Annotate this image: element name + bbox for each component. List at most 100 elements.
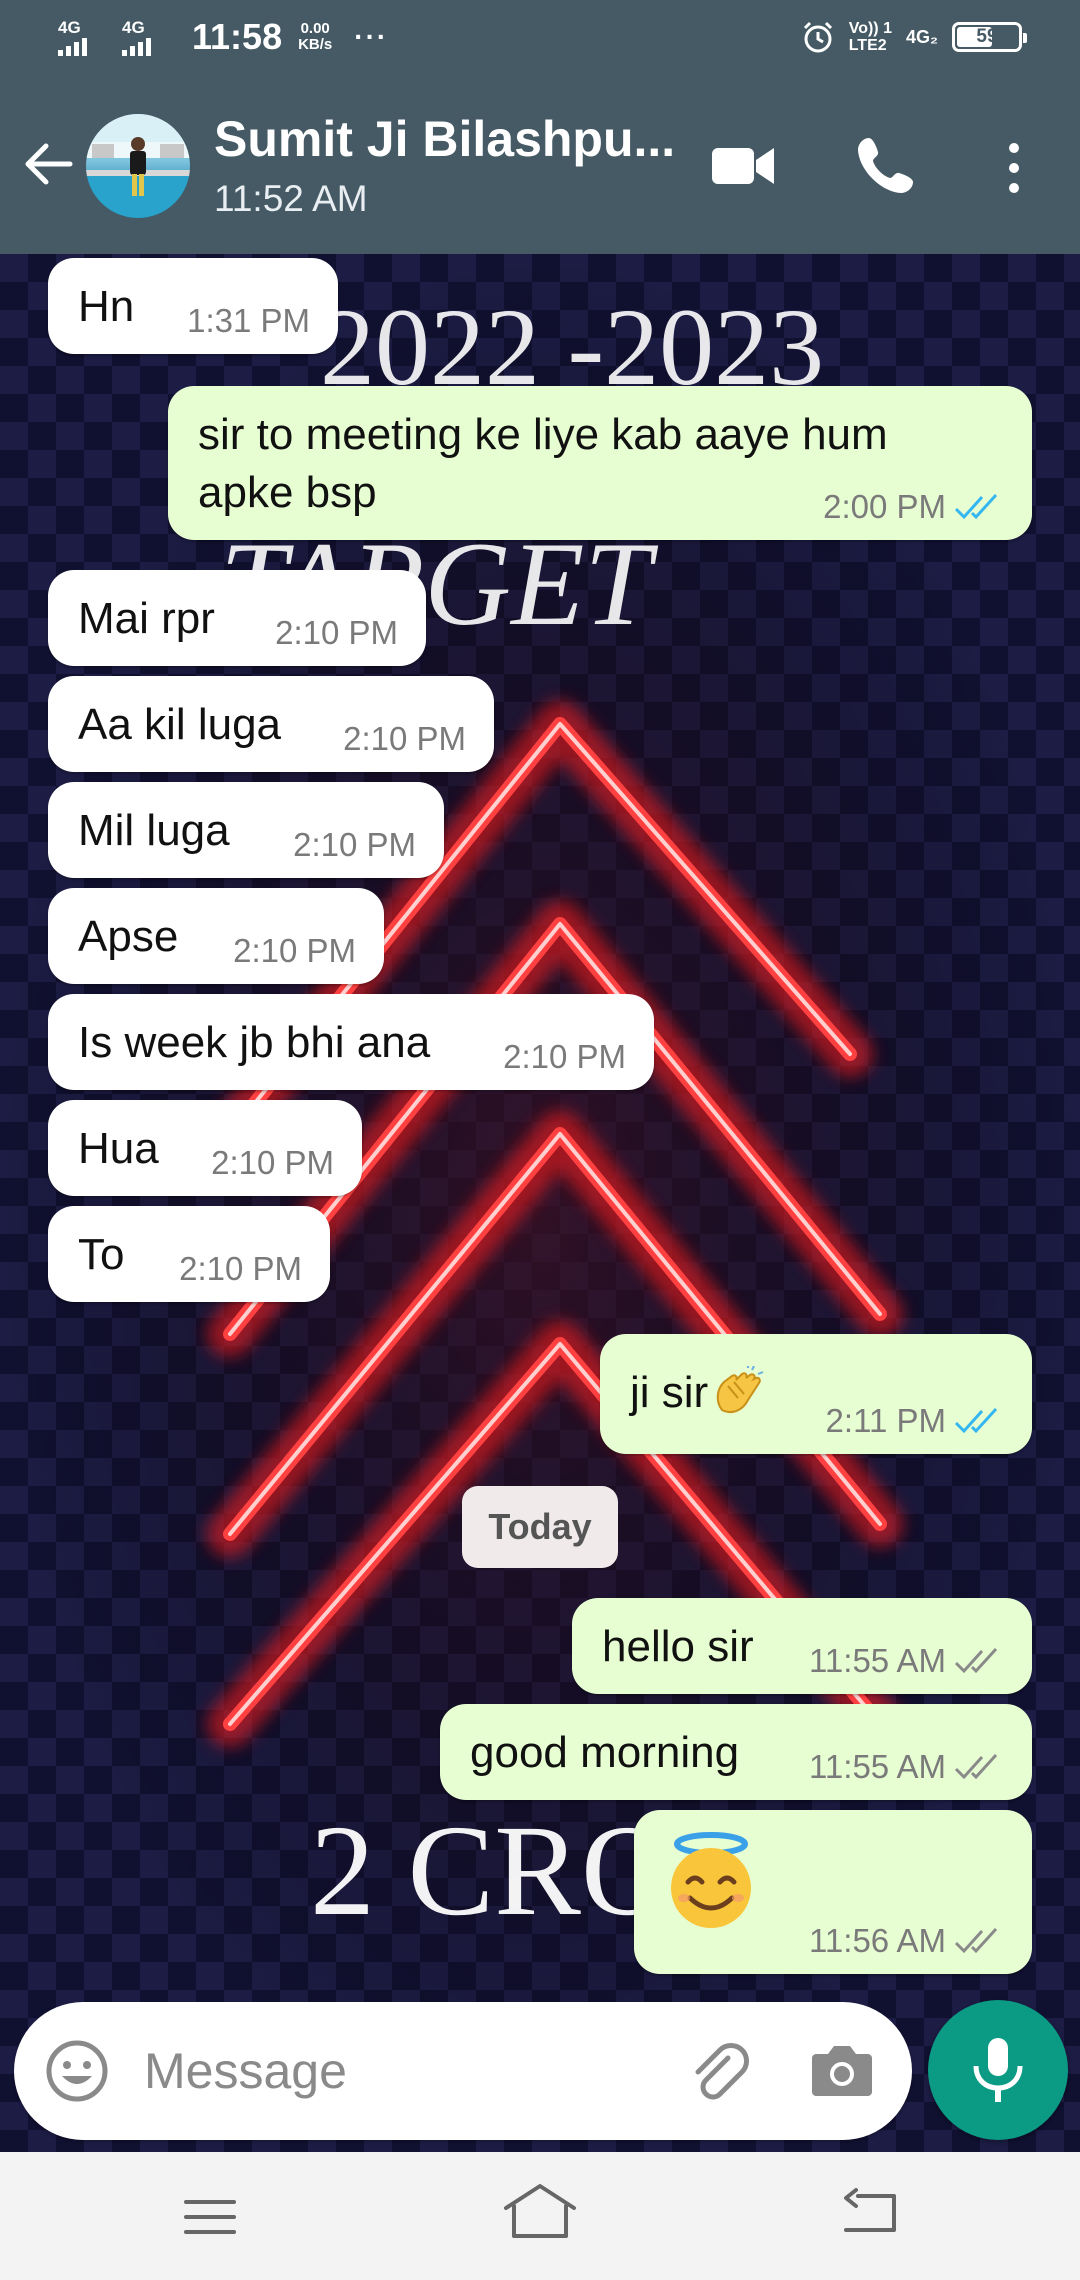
last-seen: 11:52 AM <box>214 178 368 219</box>
contact-name[interactable]: Sumit Ji Bilashpu... <box>214 110 684 168</box>
message-meta: 2:10 PM <box>179 1250 302 1288</box>
message-bubble-incoming[interactable]: Hua 2:10 PM <box>48 1100 362 1196</box>
message-time: 11:55 AM <box>809 1748 946 1785</box>
avatar[interactable] <box>86 114 190 218</box>
video-call-icon[interactable] <box>710 140 776 192</box>
phone-icon[interactable] <box>855 134 917 196</box>
attach-icon[interactable] <box>682 2036 752 2106</box>
message-meta: 2:10 PM <box>211 1144 334 1182</box>
speed-unit: KB/s <box>298 36 333 53</box>
status-time: 11:58 <box>192 16 283 57</box>
message-bubble-outgoing[interactable]: good morning 11:55 AM <box>440 1704 1032 1800</box>
message-text-content: ji sir <box>630 1368 709 1417</box>
network-speed: 0.00 KB/s <box>298 21 332 53</box>
message-bubble-outgoing[interactable]: hello sir 11:55 AM <box>572 1598 1032 1694</box>
message-meta: 2:10 PM <box>293 826 416 864</box>
message-meta: 2:11 PM <box>826 1402 1004 1440</box>
message-meta: 1:31 PM <box>187 302 310 340</box>
home-icon[interactable] <box>502 2180 578 2242</box>
message-bubble-incoming[interactable]: Mai rpr 2:10 PM <box>48 570 426 666</box>
message-text: To <box>78 1230 125 1279</box>
message-meta: 2:10 PM <box>503 1038 626 1076</box>
message-bubble-outgoing[interactable]: ji sir 2:11 PM <box>600 1334 1032 1454</box>
read-double-tick-icon <box>954 1407 998 1434</box>
delivered-double-tick-icon <box>954 1753 998 1780</box>
message-meta: 2:10 PM <box>343 720 466 758</box>
message-text: sir to meeting ke liye kab aaye hum apke … <box>198 406 888 522</box>
clapping-hands-emoji-icon <box>716 1366 764 1414</box>
message-text: Hua <box>78 1124 159 1173</box>
back-icon[interactable] <box>838 2186 902 2236</box>
message-time: 2:10 PM <box>233 932 356 969</box>
message-text: Hn <box>78 282 135 331</box>
message-meta: 2:10 PM <box>233 932 356 970</box>
message-meta: 11:56 AM <box>809 1922 1004 1960</box>
volte-line2: LTE2 <box>848 37 887 54</box>
message-bubble-incoming[interactable]: Apse 2:10 PM <box>48 888 384 984</box>
person-photo-icon <box>86 114 190 218</box>
speed-value: 0.00 <box>300 20 330 37</box>
message-time: 1:31 PM <box>187 302 310 339</box>
message-bubble-outgoing[interactable]: 11:56 AM <box>634 1810 1032 1974</box>
message-line-2: apke bsp <box>198 468 377 517</box>
message-bubble-incoming[interactable]: To 2:10 PM <box>48 1206 330 1302</box>
message-time: 2:10 PM <box>179 1250 302 1287</box>
message-time: 11:56 AM <box>809 1922 946 1959</box>
message-time: 2:10 PM <box>211 1144 334 1181</box>
message-text: Mai rpr <box>78 594 215 643</box>
status-left: 4G 4G 11:58 0.00 KB/s ··· <box>58 16 388 58</box>
network-type-label: 4G <box>122 17 145 37</box>
read-double-tick-icon <box>954 493 998 520</box>
mic-icon <box>973 2038 1023 2102</box>
network-type-label: 4G <box>58 17 81 37</box>
message-text: ji sir <box>630 1364 766 1424</box>
message-time: 2:00 PM <box>823 488 946 525</box>
data-network-icon: 4G₂ <box>905 26 938 47</box>
message-text: Mil luga <box>78 806 230 855</box>
system-nav-bar <box>0 2152 1080 2280</box>
message-bubble-incoming[interactable]: Hn 1:31 PM <box>48 258 338 354</box>
more-vert-icon[interactable] <box>994 138 1034 198</box>
message-text: Is week jb bhi ana <box>78 1018 431 1067</box>
message-meta: 11:55 AM <box>809 1748 1004 1786</box>
battery-level: 59 <box>976 26 998 47</box>
status-right: Vo)) 1 LTE2 4G₂ 59 <box>801 20 1027 54</box>
volte-indicator: Vo)) 1 LTE2 <box>849 20 892 54</box>
delivered-double-tick-icon <box>954 1647 998 1674</box>
message-meta: 2:10 PM <box>275 614 398 652</box>
message-bubble-outgoing[interactable]: sir to meeting ke liye kab aaye hum apke … <box>168 386 1032 540</box>
message-composer <box>14 2002 912 2140</box>
menu-lines-icon[interactable] <box>180 2192 240 2242</box>
chat-header: Sumit Ji Bilashpu... 11:52 AM <box>0 82 1080 254</box>
signal-sim1-icon: 4G <box>58 19 110 56</box>
status-bar: 4G 4G 11:58 0.00 KB/s ··· Vo)) 1 LTE2 4G… <box>0 0 1080 82</box>
message-bubble-incoming[interactable]: Is week jb bhi ana 2:10 PM <box>48 994 654 1090</box>
emoji-icon[interactable] <box>44 2038 110 2104</box>
message-time: 2:10 PM <box>343 720 466 757</box>
message-text: hello sir <box>602 1622 754 1671</box>
message-time: 11:55 AM <box>809 1642 946 1679</box>
chat-area[interactable]: 2022 -2023 TARGET 2 CRORE INDIVIDUALLY H… <box>0 254 1080 2152</box>
message-time: 2:10 PM <box>503 1038 626 1075</box>
mic-button[interactable] <box>928 2000 1068 2140</box>
message-time: 2:10 PM <box>275 614 398 651</box>
message-meta: 2:00 PM <box>823 488 1004 526</box>
battery-icon: 59 <box>952 22 1027 52</box>
message-bubble-incoming[interactable]: Mil luga 2:10 PM <box>48 782 444 878</box>
message-line-1: sir to meeting ke liye kab aaye hum <box>198 410 888 459</box>
more-notifications-icon: ··· <box>354 21 389 52</box>
message-bubble-incoming[interactable]: Aa kil luga 2:10 PM <box>48 676 494 772</box>
volte-line1: Vo)) 1 <box>848 20 892 37</box>
smiling-face-with-halo-emoji-icon <box>671 1832 751 1928</box>
message-text <box>658 1828 764 1934</box>
delivered-double-tick-icon <box>954 1927 998 1954</box>
message-time: 2:11 PM <box>825 1402 946 1439</box>
camera-icon[interactable] <box>810 2040 874 2100</box>
message-input[interactable] <box>144 2032 664 2110</box>
alarm-icon <box>803 21 832 53</box>
message-text: Apse <box>78 912 179 961</box>
back-arrow-icon[interactable] <box>18 134 78 194</box>
message-time: 2:10 PM <box>293 826 416 863</box>
message-meta: 11:55 AM <box>809 1642 1004 1680</box>
message-text: good morning <box>470 1728 740 1777</box>
